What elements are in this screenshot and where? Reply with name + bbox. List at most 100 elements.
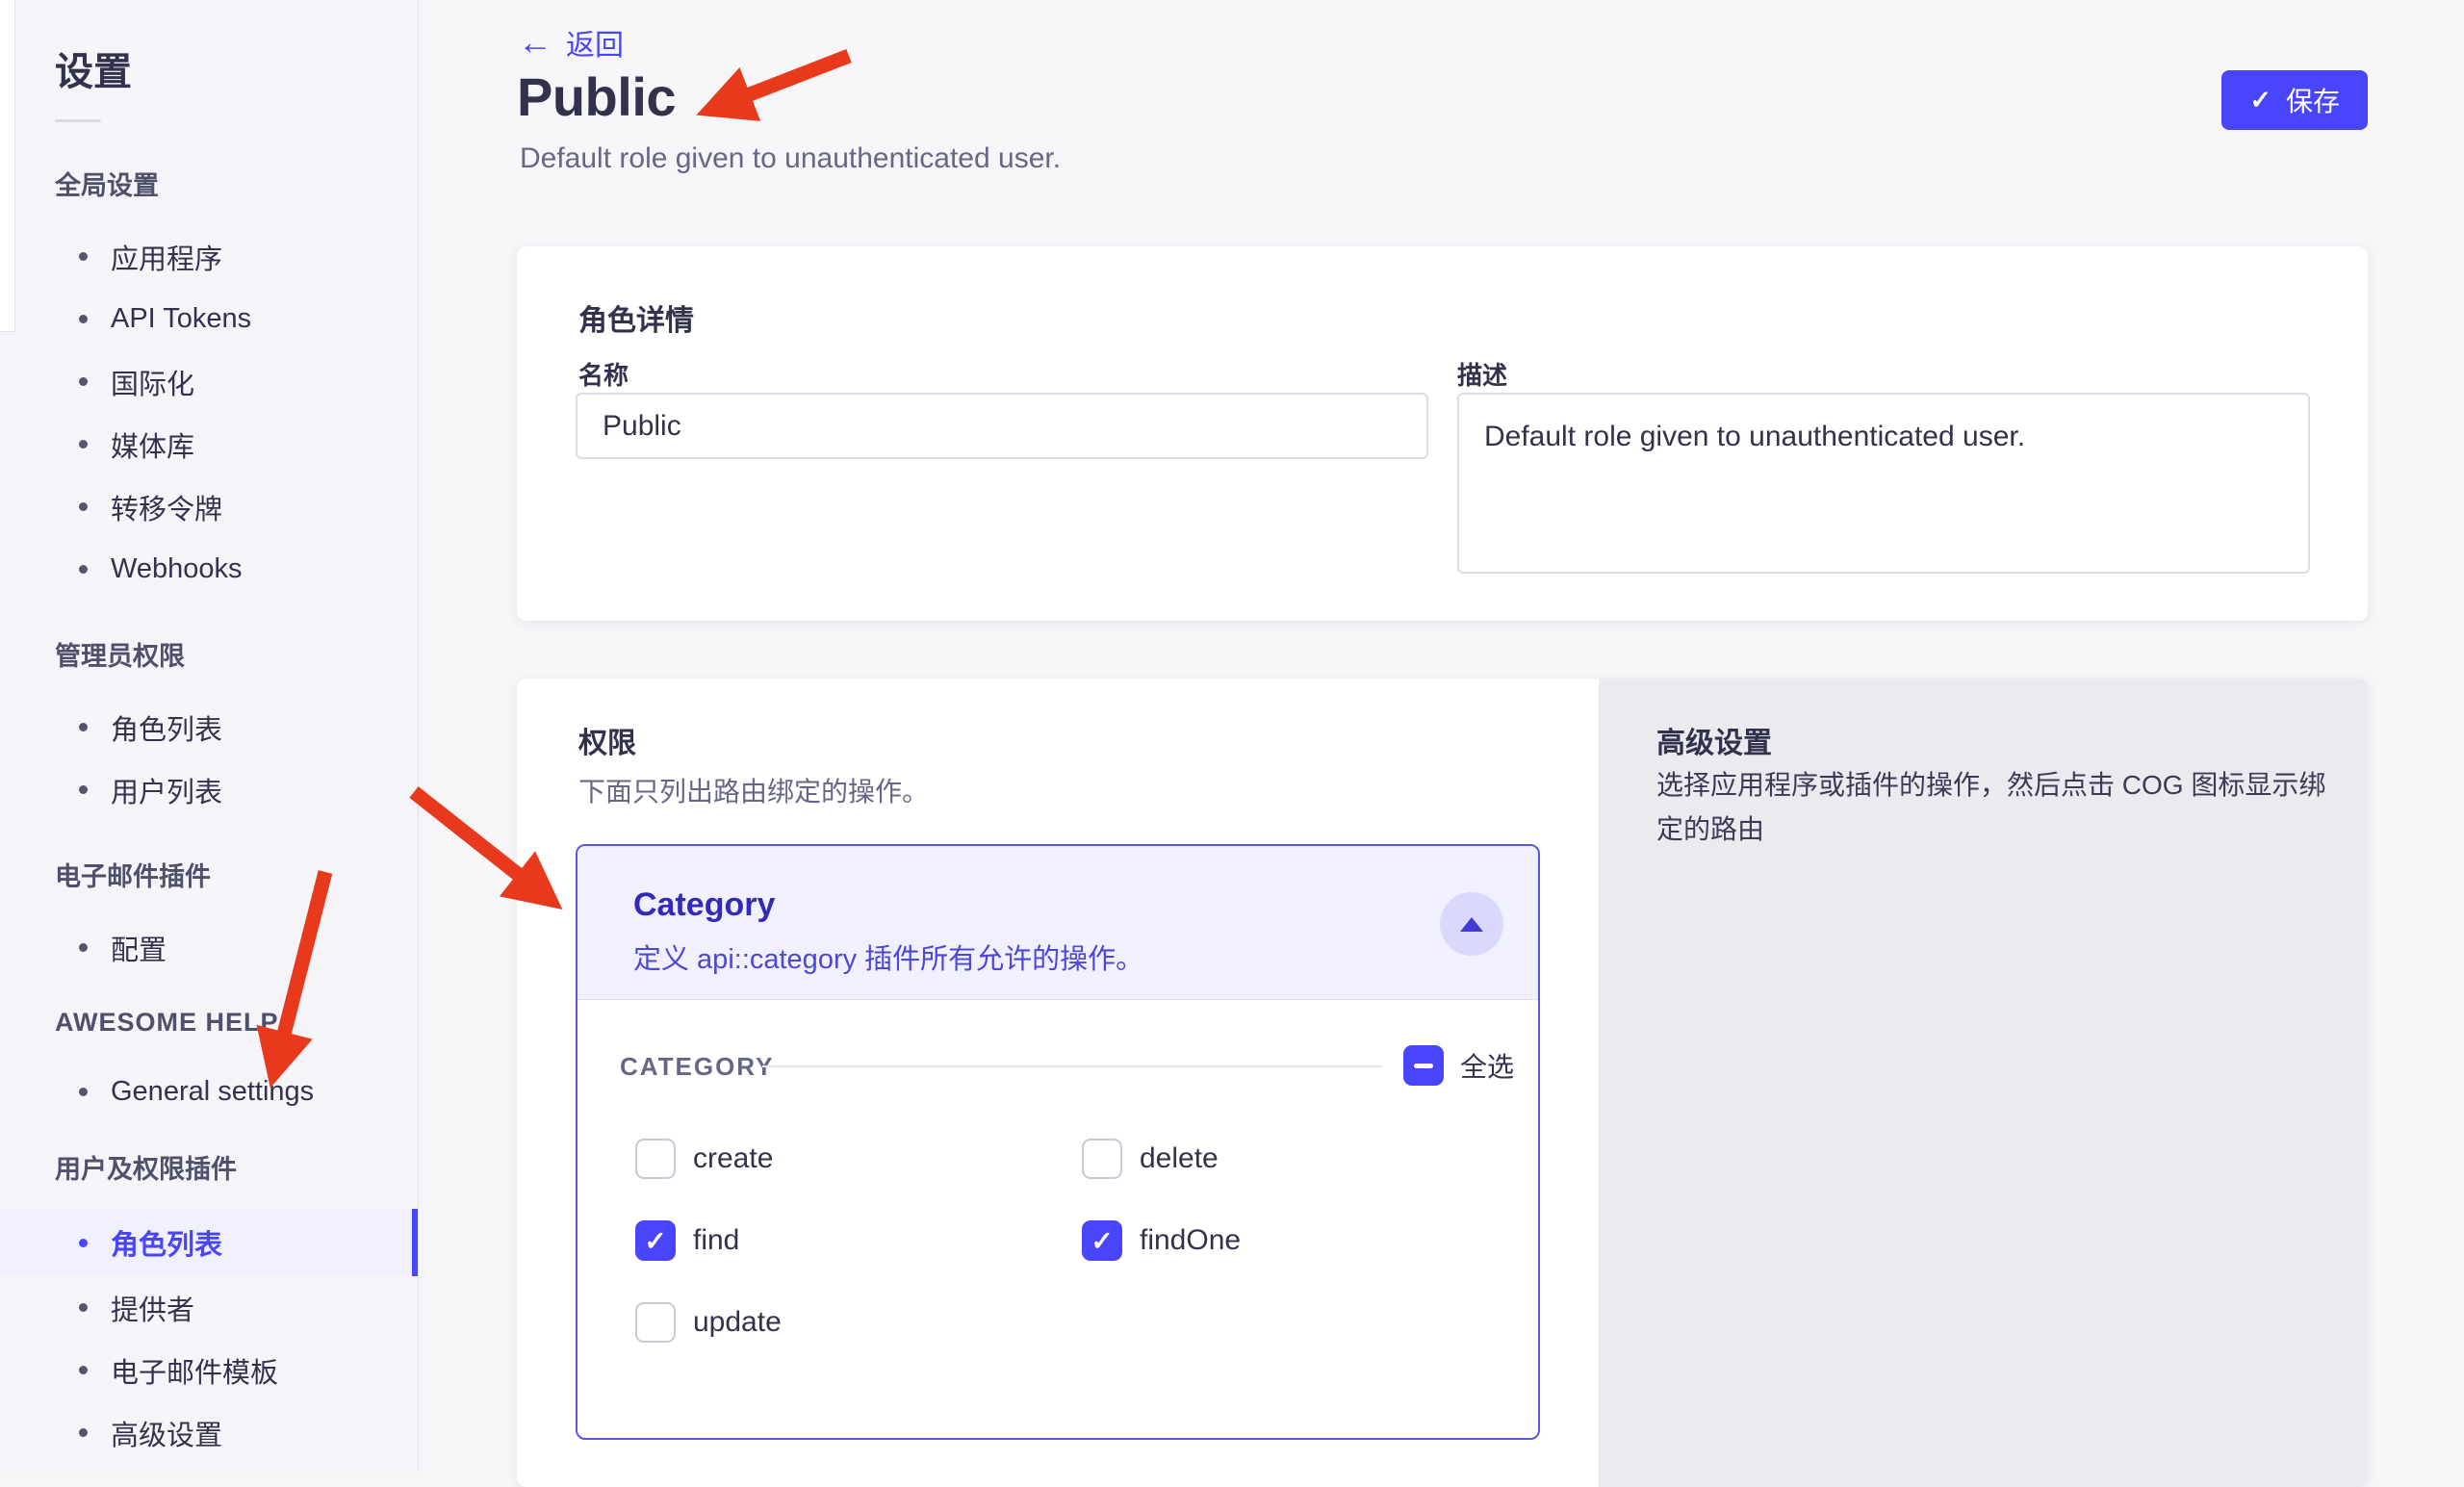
bullet-icon [79, 565, 88, 574]
advanced-settings-title: 高级设置 [1656, 719, 1772, 761]
sidebar-section-label: AWESOME HELP [55, 1008, 418, 1038]
back-link[interactable]: ← 返回 [518, 21, 624, 64]
action-label: find [693, 1224, 739, 1257]
settings-subnav: 设置 全局设置应用程序 API Tokens 国际化媒体库转移令牌 Webhooks 管… [0, 0, 419, 1472]
collapse-toggle-button[interactable] [1440, 892, 1503, 956]
arrow-left-icon: ← [518, 25, 552, 60]
description-field-label: 描述 [1457, 356, 1507, 392]
sidebar-item-label: 角色列表 [111, 707, 222, 748]
checkbox-delete[interactable] [1082, 1139, 1122, 1179]
checkbox-create[interactable] [635, 1139, 676, 1179]
sidebar-item-0-4[interactable]: 转移令牌 [0, 475, 418, 538]
category-accordion-body: CATEGORY 全选 create delete find findOne updat… [578, 1000, 1538, 1438]
sidebar-item-label: 应用程序 [111, 237, 222, 277]
sidebar-item-label: Webhooks [111, 553, 243, 585]
sidebar-item-label: 用户列表 [111, 770, 222, 810]
sidebar-item-label: 角色列表 [111, 1222, 222, 1263]
permissions-subtitle: 下面只列出路由绑定的操作。 [578, 771, 929, 809]
sidebar-item-label: General settings [111, 1076, 314, 1108]
bullet-icon [79, 1088, 88, 1096]
sidebar-item-label: 国际化 [111, 362, 194, 402]
checkbox-find[interactable] [635, 1220, 676, 1261]
sidebar-item-2-0[interactable]: 配置 [0, 916, 418, 979]
action-label: create [693, 1142, 773, 1175]
save-button-label: 保存 [2286, 81, 2340, 119]
action-row-update: update [635, 1302, 1082, 1343]
checkbox-findOne[interactable] [1082, 1220, 1122, 1261]
role-description-textarea[interactable]: Default role given to unauthenticated us… [1457, 393, 2310, 574]
back-label: 返回 [566, 21, 624, 64]
sidebar-item-4-3[interactable]: 高级设置 [0, 1401, 418, 1464]
page-edge-strip [0, 0, 15, 332]
save-button[interactable]: ✓ 保存 [2221, 70, 2368, 130]
sidebar-section-label: 管理员权限 [55, 635, 418, 673]
role-details-title: 角色详情 [578, 296, 694, 339]
sidebar-item-1-1[interactable]: 用户列表 [0, 758, 418, 821]
subnav-divider [55, 119, 101, 122]
bullet-icon [79, 377, 88, 386]
bullet-icon [79, 1303, 88, 1312]
select-all-label: 全选 [1460, 1046, 1514, 1085]
action-label: delete [1140, 1142, 1219, 1175]
bullet-icon [79, 1428, 88, 1437]
red-arrow-annotation-title [715, 56, 849, 108]
group-divider-line [762, 1065, 1382, 1067]
select-all-control[interactable]: 全选 [1403, 1045, 1514, 1086]
accordion-title: Category [633, 886, 775, 924]
sidebar-item-0-5[interactable]: Webhooks [0, 538, 418, 601]
sidebar-item-3-0[interactable]: General settings [0, 1061, 418, 1123]
check-icon: ✓ [2249, 86, 2272, 115]
bullet-icon [79, 1366, 88, 1374]
bullet-icon [79, 440, 88, 449]
sidebar-item-4-2[interactable]: 电子邮件模板 [0, 1339, 418, 1401]
bullet-icon [79, 723, 88, 731]
sidebar-section-list: 角色列表用户列表 [0, 696, 418, 821]
bullet-icon [79, 943, 88, 952]
checkbox-update[interactable] [635, 1302, 676, 1343]
sidebar-item-1-0[interactable]: 角色列表 [0, 696, 418, 758]
sidebar-item-label: 提供者 [111, 1288, 194, 1328]
bullet-icon [79, 502, 88, 511]
sidebar-section-label: 电子邮件插件 [55, 856, 418, 893]
sidebar-sections: 全局设置应用程序 API Tokens 国际化媒体库转移令牌 Webhooks 管理员权… [0, 165, 418, 1464]
action-row-delete: delete [1082, 1139, 1544, 1179]
sidebar-item-4-1[interactable]: 提供者 [0, 1276, 418, 1339]
sidebar-item-label: API Tokens [111, 303, 251, 335]
sidebar-section-label: 用户及权限插件 [55, 1148, 418, 1186]
bullet-icon [79, 1239, 88, 1247]
advanced-settings-panel: 高级设置 选择应用程序或插件的操作，然后点击 COG 图标显示绑定的路由 [1599, 679, 2368, 1487]
sidebar-section-label: 全局设置 [55, 165, 418, 202]
action-row-find: find [635, 1220, 1082, 1261]
action-label: findOne [1140, 1224, 1241, 1257]
sidebar-section-list: General settings [0, 1061, 418, 1123]
subnav-title: 设置 [55, 40, 418, 96]
sidebar-item-label: 媒体库 [111, 424, 194, 465]
sidebar-item-label: 高级设置 [111, 1413, 222, 1453]
sidebar-item-label: 电子邮件模板 [111, 1350, 278, 1391]
role-name-input[interactable] [576, 393, 1428, 459]
chevron-up-icon [1460, 917, 1483, 932]
sidebar-item-4-0[interactable]: 角色列表 [0, 1209, 418, 1276]
select-all-checkbox[interactable] [1403, 1045, 1444, 1086]
sidebar-item-label: 配置 [111, 928, 167, 968]
action-row-findOne: findOne [1082, 1220, 1544, 1261]
action-label: update [693, 1306, 782, 1339]
permissions-title: 权限 [578, 719, 636, 761]
action-row-create: create [635, 1139, 1082, 1179]
category-accordion-header[interactable]: Category 定义 api::category 插件所有允许的操作。 [578, 846, 1538, 1000]
sidebar-item-0-2[interactable]: 国际化 [0, 350, 418, 413]
sidebar-section-list: 角色列表提供者电子邮件模板高级设置 [0, 1209, 418, 1464]
sidebar-item-0-3[interactable]: 媒体库 [0, 413, 418, 475]
name-field-label: 名称 [578, 356, 629, 392]
advanced-settings-description: 选择应用程序或插件的操作，然后点击 COG 图标显示绑定的路由 [1656, 763, 2342, 852]
permission-group-label: CATEGORY [620, 1052, 774, 1082]
sidebar-item-label: 转移令牌 [111, 487, 222, 527]
sidebar-item-0-0[interactable]: 应用程序 [0, 225, 418, 288]
sidebar-item-0-1[interactable]: API Tokens [0, 288, 418, 350]
page-title: Public [517, 65, 676, 128]
bullet-icon [79, 252, 88, 261]
role-details-card: 角色详情 名称 描述 Default role given to unauthe… [517, 246, 2368, 621]
bullet-icon [79, 785, 88, 794]
sidebar-section-list: 配置 [0, 916, 418, 979]
permissions-card: 权限 下面只列出路由绑定的操作。 Category 定义 api::catego… [517, 679, 2368, 1487]
